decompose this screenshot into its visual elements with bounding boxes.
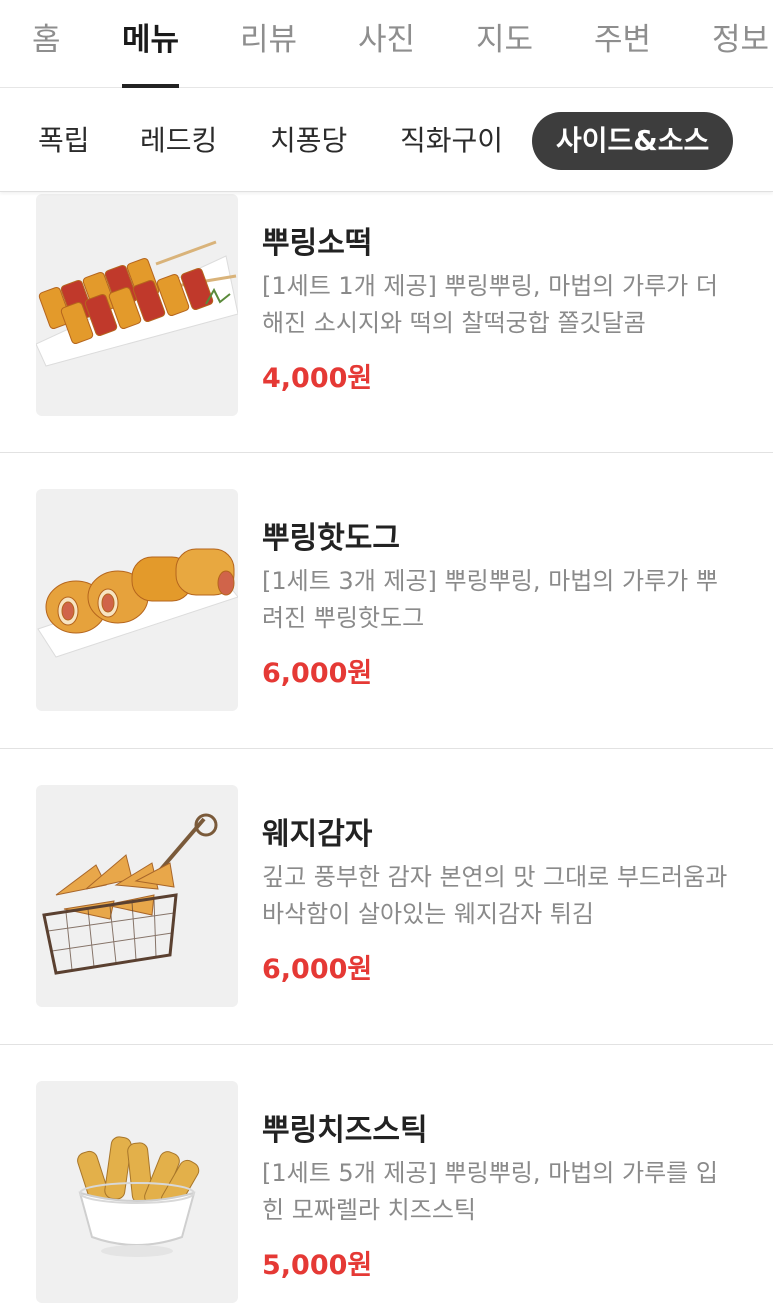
hotdog-photo (36, 489, 238, 711)
tab-menu[interactable]: 메뉴 (122, 0, 180, 88)
item-name: 뿌링치즈스틱 (262, 1113, 428, 1148)
item-price: 5,000원 (262, 1250, 373, 1281)
item-name: 뿌링핫도그 (262, 521, 400, 556)
tab-info[interactable]: 정보 (712, 0, 769, 88)
chip-chipongdang[interactable]: 치퐁당 (270, 112, 347, 170)
item-price: 4,000원 (262, 363, 373, 394)
tab-home[interactable]: 홈 (32, 0, 61, 88)
chip-red-king[interactable]: 레드킹 (140, 112, 217, 170)
item-description: [1세트 5개 제공] 뿌링뿌링, 마법의 가루를 입힌 모짜렐라 치즈스틱 (262, 1159, 718, 1224)
chip-pork-ribs[interactable]: 폭립 (38, 112, 90, 170)
tab-nearby[interactable]: 주변 (594, 0, 651, 88)
menu-item[interactable]: 뿌링치즈스틱 [1세트 5개 제공] 뿌링뿌링, 마법의 가루를 입힌 모짜렐라… (0, 1045, 773, 1307)
item-price: 6,000원 (262, 954, 373, 985)
menu-item[interactable]: 뿌링핫도그 [1세트 3개 제공] 뿌링뿌링, 마법의 가루가 뿌려진 뿌링핫도… (0, 453, 773, 749)
tab-map[interactable]: 지도 (476, 0, 533, 88)
tab-photos[interactable]: 사진 (358, 0, 415, 88)
wedge-potato-basket-photo (36, 785, 238, 1007)
menu-item[interactable]: 뿌링소떡 [1세트 1개 제공] 뿌링뿌링, 마법의 가루가 더해진 소시지와 … (0, 192, 773, 453)
cheese-stick-bowl-photo (36, 1081, 238, 1303)
item-description: [1세트 3개 제공] 뿌링뿌링, 마법의 가루가 뿌려진 뿌링핫도그 (262, 567, 718, 632)
item-name: 웨지감자 (262, 817, 373, 852)
chip-direct-grill[interactable]: 직화구이 (400, 112, 503, 170)
menu-item[interactable]: 웨지감자 깊고 풍부한 감자 본연의 맛 그대로 부드러움과 바삭함이 살아있는… (0, 749, 773, 1045)
sotteok-skewer-photo (36, 194, 238, 416)
item-description: 깊고 풍부한 감자 본연의 맛 그대로 부드러움과 바삭함이 살아있는 웨지감자… (262, 863, 728, 928)
item-description: [1세트 1개 제공] 뿌링뿌링, 마법의 가루가 더해진 소시지와 떡의 찰떡… (262, 272, 718, 337)
item-price: 6,000원 (262, 658, 373, 689)
category-chip-bar: 폭립 레드킹 치퐁당 직화구이 사이드&소스 (0, 88, 773, 192)
tab-reviews[interactable]: 리뷰 (240, 0, 297, 88)
item-name: 뿌링소떡 (262, 226, 373, 261)
top-tab-bar: 홈 메뉴 리뷰 사진 지도 주변 정보 (0, 0, 773, 88)
chip-side-sauce[interactable]: 사이드&소스 (532, 112, 734, 170)
